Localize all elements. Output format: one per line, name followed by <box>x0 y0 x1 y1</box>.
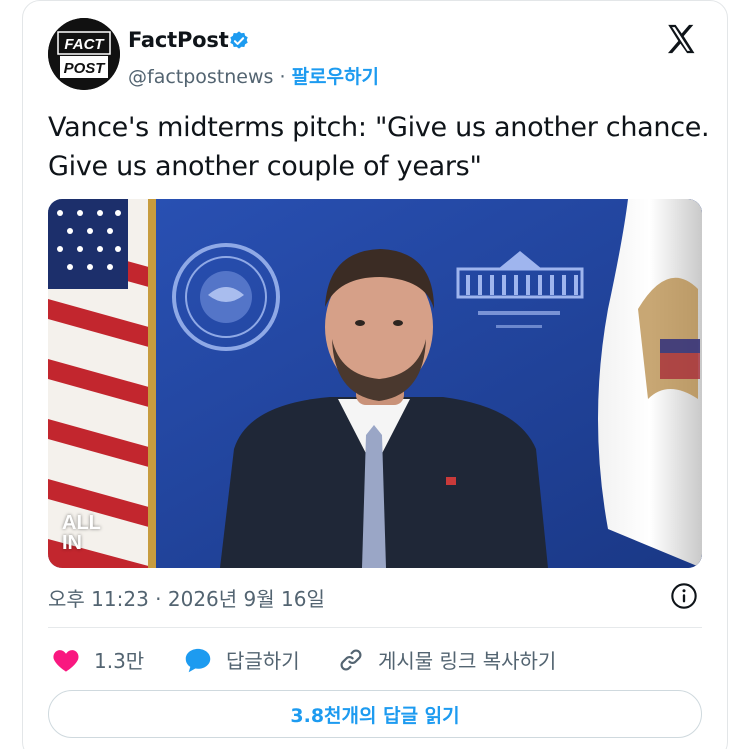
link-icon <box>340 649 362 670</box>
follow-link[interactable]: 팔로우하기 <box>292 66 379 88</box>
copy-link-button[interactable]: 게시물 링크 복사하기 <box>338 645 556 674</box>
video-thumbnail[interactable]: ALL IN <box>48 199 702 568</box>
x-logo-icon[interactable] <box>664 22 698 56</box>
divider <box>48 627 702 628</box>
handle-separator: · <box>273 66 292 88</box>
info-icon[interactable] <box>670 582 698 610</box>
like-count: 1.3만 <box>94 649 145 673</box>
verified-badge-icon <box>230 31 248 49</box>
tweet-timestamp[interactable]: 오후 11:23 · 2026년 9월 16일 <box>48 583 325 612</box>
tweet-text: Vance's midterms pitch: "Give us another… <box>48 112 710 182</box>
author-handle[interactable]: @factpostnews <box>128 66 273 88</box>
author-name[interactable]: FactPost <box>128 28 229 52</box>
like-button[interactable]: 1.3만 <box>52 645 144 674</box>
copy-link-label: 게시물 링크 복사하기 <box>378 649 557 673</box>
video-watermark: ALL IN <box>62 512 101 554</box>
reply-label: 답글하기 <box>226 649 300 673</box>
factpost-logo-icon: FACT POST <box>48 18 120 90</box>
speech-bubble-icon <box>185 648 211 672</box>
author-avatar[interactable]: FACT POST <box>48 18 120 90</box>
video-frame <box>48 199 702 568</box>
svg-text:POST: POST <box>64 60 107 77</box>
svg-text:FACT: FACT <box>64 36 105 53</box>
author-handle-row: @factpostnews · 팔로우하기 <box>128 62 379 89</box>
heart-icon <box>53 649 79 672</box>
reply-button[interactable]: 답글하기 <box>184 645 300 674</box>
read-replies-button[interactable]: 3.8천개의 답글 읽기 <box>48 690 702 738</box>
